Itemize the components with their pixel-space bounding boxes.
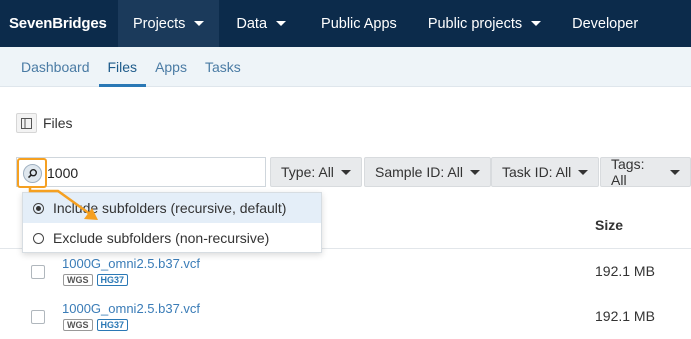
chevron-down-icon xyxy=(469,169,480,175)
column-header-size[interactable]: Size xyxy=(595,217,623,233)
tag-wgs[interactable]: WGS xyxy=(63,319,93,331)
file-tags: WGS HG37 xyxy=(63,274,129,286)
chevron-down-icon xyxy=(276,21,287,26)
chevron-down-icon xyxy=(340,169,351,175)
nav-public-apps[interactable]: Public Apps xyxy=(301,0,412,47)
file-size: 192.1 MB xyxy=(595,308,655,324)
sidebar-panel-icon xyxy=(21,117,32,129)
search-field[interactable]: 1000 xyxy=(16,157,266,188)
option-include-subfolders-label: Include subfolders (recursive, default) xyxy=(53,200,287,216)
file-tags: WGS HG37 xyxy=(63,319,129,331)
task-id-filter-label: Task ID: All xyxy=(502,164,572,180)
table-row: 1000G_omni2.5.b37.vcf WGS HG37 192.1 MB xyxy=(0,294,691,338)
tags-filter-label: Tags: All xyxy=(611,156,645,188)
nav-public-apps-label: Public Apps xyxy=(321,15,397,32)
nav-developer[interactable]: Developer xyxy=(556,0,653,47)
tag-hg37[interactable]: HG37 xyxy=(96,274,129,286)
toggle-panel-button[interactable] xyxy=(16,113,37,133)
file-size: 192.1 MB xyxy=(595,263,655,279)
radio-unselected-icon[interactable] xyxy=(33,232,44,244)
option-exclude-subfolders-label: Exclude subfolders (non-recursive) xyxy=(53,230,270,246)
nav-data-label: Data xyxy=(236,15,268,32)
radio-selected-icon[interactable] xyxy=(33,202,44,214)
search-icon-wrapper xyxy=(22,163,42,183)
type-filter-label: Type: All xyxy=(281,164,334,180)
tab-tasks[interactable]: Tasks xyxy=(196,47,250,87)
nav-developer-label: Developer xyxy=(572,15,639,32)
nav-public-projects-label: Public projects xyxy=(427,15,523,32)
page-title: Files xyxy=(43,115,73,131)
chevron-down-icon xyxy=(670,169,680,175)
chevron-down-icon xyxy=(578,169,589,175)
files-header: Files xyxy=(16,113,73,133)
row-checkbox[interactable] xyxy=(31,310,45,324)
search-options-button[interactable] xyxy=(17,158,47,188)
table-row: 1000G_omni2.5.b37.vcf WGS HG37 192.1 MB xyxy=(0,249,691,293)
option-include-subfolders[interactable]: Include subfolders (recursive, default) xyxy=(23,193,321,223)
sample-id-filter-label: Sample ID: All xyxy=(375,164,463,180)
tag-hg37[interactable]: HG37 xyxy=(96,319,129,331)
option-exclude-subfolders[interactable]: Exclude subfolders (non-recursive) xyxy=(23,223,321,253)
chevron-down-icon xyxy=(531,21,542,26)
nav-data[interactable]: Data xyxy=(219,0,301,47)
nav-projects-label: Projects xyxy=(133,15,186,32)
top-navbar: SevenBridges Projects Data Public Apps P… xyxy=(0,0,691,47)
search-scope-dropdown: Include subfolders (recursive, default) … xyxy=(22,192,322,253)
type-filter-button[interactable]: Type: All xyxy=(270,157,362,187)
nav-projects[interactable]: Projects xyxy=(118,0,220,47)
tab-dashboard[interactable]: Dashboard xyxy=(12,47,99,87)
tags-filter-button[interactable]: Tags: All xyxy=(600,156,691,188)
tab-files[interactable]: Files xyxy=(98,47,147,87)
sample-id-filter-button[interactable]: Sample ID: All xyxy=(364,157,491,187)
chevron-down-icon xyxy=(194,21,205,26)
tab-apps[interactable]: Apps xyxy=(146,47,196,87)
row-checkbox[interactable] xyxy=(31,265,45,279)
search-icon xyxy=(27,168,37,178)
nav-public-projects[interactable]: Public projects xyxy=(412,0,556,47)
file-name-link[interactable]: 1000G_omni2.5.b37.vcf xyxy=(62,256,200,271)
brand-logo[interactable]: SevenBridges xyxy=(0,15,118,32)
file-name-link[interactable]: 1000G_omni2.5.b37.vcf xyxy=(62,301,200,316)
tag-wgs[interactable]: WGS xyxy=(63,274,93,286)
project-subnav: Dashboard Files Apps Tasks xyxy=(0,47,691,87)
task-id-filter-button[interactable]: Task ID: All xyxy=(491,157,600,187)
search-input[interactable]: 1000 xyxy=(47,158,78,188)
